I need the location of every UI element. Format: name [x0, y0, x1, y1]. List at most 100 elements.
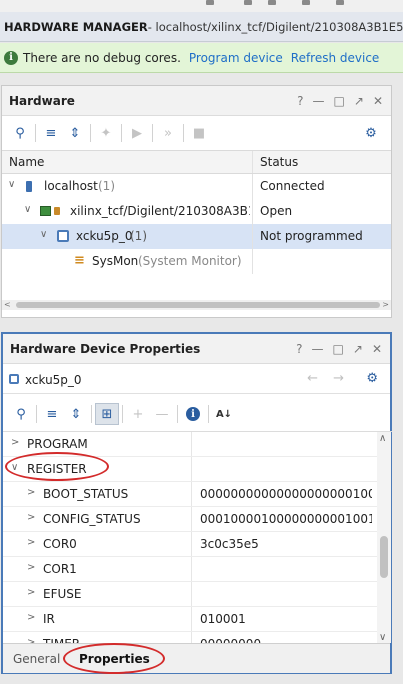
notice-message: There are no debug cores. — [23, 50, 181, 65]
vertical-scrollbar[interactable]: ∧ ∨ — [377, 432, 391, 643]
hardware-manager-path: - localhost/xilinx_tcf/Digilent/210308A3… — [147, 19, 403, 34]
tree-row-sysmon[interactable]: ≡ SysMon (System Monitor) — [2, 249, 391, 274]
column-divider — [252, 151, 253, 173]
info-icon[interactable]: i — [181, 403, 205, 425]
toolbar-separator — [152, 124, 153, 142]
chevron-right-icon[interactable]: > — [27, 537, 35, 548]
device-name: xcku5p_0 — [25, 373, 82, 387]
tree-row-status: Not programmed — [260, 229, 363, 243]
toolbar-icon[interactable] — [302, 0, 310, 5]
tree-row-status: Connected — [260, 179, 325, 193]
chevron-right-icon[interactable]: > — [27, 612, 35, 623]
chevron-down-icon[interactable]: ∨ — [40, 229, 47, 240]
toolbar-separator — [36, 405, 37, 423]
vertical-scroll-thumb[interactable] — [380, 536, 388, 578]
scroll-down-icon[interactable]: ∨ — [379, 632, 386, 643]
settings-gear-icon[interactable]: ⚙ — [359, 122, 383, 144]
property-value: 3c0c35e5 — [200, 537, 259, 551]
annotation-ring-properties-tab — [63, 643, 165, 674]
toolbar-separator — [122, 405, 123, 423]
property-key: EFUSE — [43, 587, 82, 601]
tree-row-name: SysMon — [92, 254, 139, 268]
tree-row-name: localhost — [44, 179, 98, 193]
property-row-timer[interactable]: > TIMER 00000000 — [3, 632, 377, 643]
chevron-down-icon[interactable]: ∨ — [24, 204, 31, 215]
tree-row-count: (System Monitor) — [138, 254, 242, 268]
close-icon[interactable]: ✕ — [372, 342, 382, 356]
property-key: CONFIG_STATUS — [43, 512, 141, 526]
property-row-ir[interactable]: > IR 010001 — [3, 607, 377, 632]
chevron-right-icon[interactable]: > — [11, 437, 19, 448]
settings-gear-icon[interactable]: ⚙ — [366, 371, 378, 386]
property-value: 00010000100000000001001 — [200, 512, 372, 526]
tab-general[interactable]: General — [13, 652, 60, 666]
hierarchy-icon[interactable]: ⊞ — [95, 403, 119, 425]
add-icon[interactable]: + — [126, 403, 150, 425]
column-header-name[interactable]: Name — [9, 155, 44, 169]
chevron-right-icon[interactable]: > — [27, 487, 35, 498]
forward-arrow-icon[interactable]: → — [333, 371, 344, 386]
tree-row-target[interactable]: ∨ xilinx_tcf/Digilent/210308A3B1... Open — [2, 199, 391, 224]
expand-all-icon[interactable]: ⇕ — [63, 122, 87, 144]
panel-controls: ? — □ ↗ ✕ — [297, 86, 383, 116]
scroll-left-icon[interactable]: < — [4, 300, 11, 309]
chip-icon — [9, 374, 19, 384]
property-row-cor0[interactable]: > COR0 3c0c35e5 — [3, 532, 377, 557]
help-icon[interactable]: ? — [297, 94, 303, 108]
chevron-right-icon[interactable]: > — [27, 587, 35, 598]
property-row-efuse[interactable]: > EFUSE — [3, 582, 377, 607]
auto-connect-icon[interactable]: ✦ — [94, 122, 118, 144]
scroll-right-icon[interactable]: > — [382, 300, 389, 309]
program-device-link[interactable]: Program device — [189, 51, 283, 65]
float-icon[interactable]: ↗ — [353, 342, 363, 356]
hardware-toolbar: ⚲ ≡ ⇕ ✦ ▶ » ■ ⚙ — [2, 119, 391, 147]
float-icon[interactable]: ↗ — [354, 94, 364, 108]
refresh-device-link[interactable]: Refresh device — [291, 51, 380, 65]
toolbar-icon[interactable] — [206, 0, 214, 5]
column-divider — [252, 199, 253, 224]
stop-icon[interactable]: ■ — [187, 122, 211, 144]
horizontal-scroll-thumb[interactable] — [16, 302, 380, 308]
tree-row-localhost[interactable]: ∨ localhost (1) Connected — [2, 174, 391, 199]
property-value: 010001 — [200, 612, 246, 626]
maximize-icon[interactable]: □ — [333, 342, 344, 356]
server-icon — [26, 181, 32, 192]
annotation-ring-register — [5, 452, 109, 481]
hardware-panel: Hardware ? — □ ↗ ✕ ⚲ ≡ ⇕ ✦ ▶ » ■ ⚙ Name … — [1, 85, 392, 318]
hardware-manager-bar: HARDWARE MANAGER - localhost/xilinx_tcf/… — [0, 12, 403, 42]
fast-forward-icon[interactable]: » — [156, 122, 180, 144]
property-row-boot-status[interactable]: > BOOT_STATUS 00000000000000000000100001 — [3, 482, 377, 507]
sysmon-icon: ≡ — [74, 253, 85, 268]
property-key: COR1 — [43, 562, 77, 576]
properties-tab-bar: General Properties — [3, 643, 390, 673]
toolbar-icon[interactable] — [336, 0, 344, 5]
minimize-icon[interactable]: — — [312, 342, 324, 356]
tree-row-device[interactable]: ∨ xcku5p_0 (1) Not programmed — [2, 224, 391, 249]
property-row-cor1[interactable]: > COR1 — [3, 557, 377, 582]
run-icon[interactable]: ▶ — [125, 122, 149, 144]
search-icon[interactable]: ⚲ — [8, 122, 32, 144]
scroll-up-icon[interactable]: ∧ — [379, 433, 386, 444]
search-icon[interactable]: ⚲ — [9, 403, 33, 425]
minimize-icon[interactable]: — — [313, 94, 325, 108]
close-icon[interactable]: ✕ — [373, 94, 383, 108]
chevron-right-icon[interactable]: > — [27, 562, 35, 573]
cable-icon — [54, 207, 60, 215]
horizontal-scrollbar[interactable]: < > — [2, 300, 391, 310]
toolbar-icon[interactable] — [244, 0, 252, 5]
chevron-right-icon[interactable]: > — [27, 512, 35, 523]
expand-all-icon[interactable]: ⇕ — [64, 403, 88, 425]
hardware-manager-title: HARDWARE MANAGER — [4, 19, 148, 34]
toolbar-icon[interactable] — [268, 0, 276, 5]
chevron-down-icon[interactable]: ∨ — [8, 179, 15, 190]
remove-icon[interactable]: — — [150, 403, 174, 425]
collapse-all-icon[interactable]: ≡ — [39, 122, 63, 144]
back-arrow-icon[interactable]: ← — [307, 371, 318, 386]
collapse-all-icon[interactable]: ≡ — [40, 403, 64, 425]
board-icon — [40, 206, 51, 216]
column-header-status[interactable]: Status — [260, 155, 298, 169]
maximize-icon[interactable]: □ — [334, 94, 345, 108]
help-icon[interactable]: ? — [296, 342, 302, 356]
property-row-config-status[interactable]: > CONFIG_STATUS 00010000100000000001001 — [3, 507, 377, 532]
sort-icon[interactable]: A↓ — [212, 403, 236, 425]
